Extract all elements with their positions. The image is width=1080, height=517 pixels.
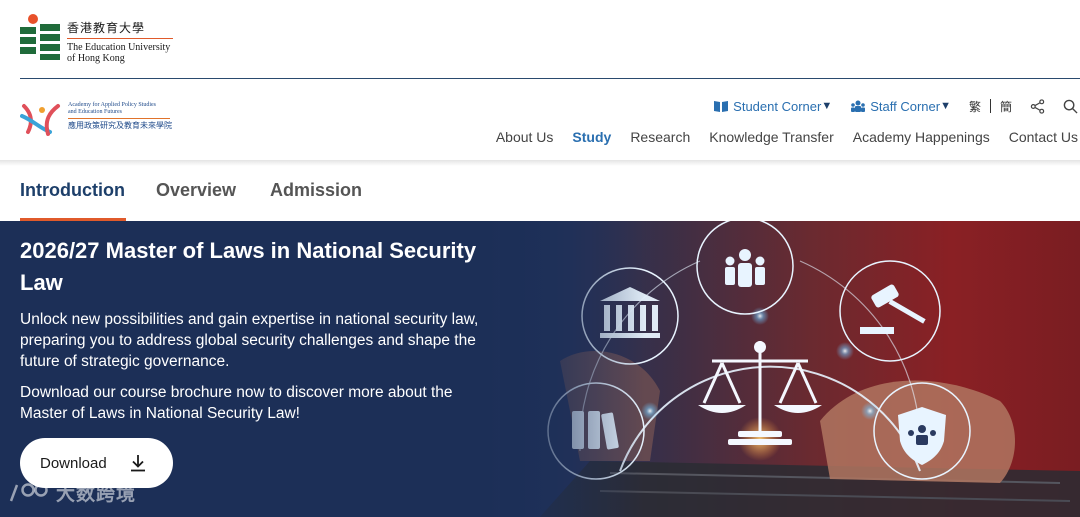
watermark-logo-icon (9, 482, 48, 501)
academy-name-en-1: Academy for Applied Policy Studies (68, 102, 156, 108)
justice-illustration (500, 221, 1080, 517)
university-bar: 香港教育大學 The Education University of Hong … (0, 0, 1080, 80)
nav-knowledge-transfer[interactable]: Knowledge Transfer (709, 129, 834, 145)
chevron-down-icon: ▼ (940, 100, 951, 112)
nav-about-us[interactable]: About Us (496, 129, 554, 145)
hero-description: Unlock new possibilities and gain expert… (20, 311, 479, 370)
university-name-cn: 香港教育大學 (67, 21, 146, 35)
nav-research[interactable]: Research (630, 129, 690, 145)
eduhk-logo-icon[interactable] (20, 14, 61, 60)
nav-academy-happenings[interactable]: Academy Happenings (853, 129, 990, 145)
people-icon (851, 100, 866, 112)
academy-name-en-2: and Education Futures (68, 109, 122, 115)
hero-cta-text: Download our course brochure now to disc… (20, 384, 453, 422)
nav-study[interactable]: Study (572, 129, 611, 145)
book-icon (714, 101, 729, 112)
share-icon[interactable] (1030, 98, 1045, 114)
nav-contact-us[interactable]: Contact Us (1009, 129, 1078, 145)
lang-simplified-button[interactable]: 簡 (1000, 98, 1012, 115)
university-name[interactable]: 香港教育大學 The Education University of Hong … (67, 20, 177, 64)
watermark-text: 大数跨境 (56, 483, 137, 505)
staff-corner-label: Staff Corner (870, 98, 941, 114)
logo-rule (67, 38, 173, 39)
university-name-en-2: of Hong Kong (67, 53, 125, 64)
academy-rule (68, 118, 170, 119)
lang-traditional-button[interactable]: 繁 (969, 98, 981, 115)
tab-admission[interactable]: Admission (270, 180, 362, 201)
academy-logo-icon[interactable] (20, 102, 62, 138)
chevron-down-icon: ▼ (821, 100, 833, 112)
student-corner-label: Student Corner (733, 98, 822, 114)
page-title: 2026/27 Master of Laws in National Secur… (20, 238, 477, 295)
hero-content: 2026/27 Master of Laws in National Secur… (20, 235, 490, 424)
university-name-en-1: The Education University (67, 42, 171, 53)
academy-name[interactable]: Academy for Applied Policy Studies and E… (68, 102, 178, 131)
academy-name-cn: 應用政策研究及教育未來學院 (68, 121, 172, 130)
download-label: Download (40, 454, 107, 472)
search-icon[interactable] (1063, 99, 1078, 114)
student-corner-link[interactable]: Student Corner ▼ (713, 99, 832, 114)
lang-separator (989, 99, 991, 113)
utility-bar: Student Corner ▼ Staff Corner ▼ 繁 簡 (713, 96, 1080, 116)
hero-banner: 2026/27 Master of Laws in National Secur… (0, 221, 1080, 517)
header-divider (20, 78, 1080, 79)
tab-overview[interactable]: Overview (156, 180, 236, 201)
download-icon (130, 455, 145, 472)
staff-corner-link[interactable]: Staff Corner ▼ (850, 99, 951, 114)
page-tabs: Introduction Overview Admission (0, 166, 1080, 221)
main-nav: About Us Study Research Knowledge Transf… (477, 129, 1078, 145)
academy-header: Academy for Applied Policy Studies and E… (0, 80, 1080, 160)
tab-introduction[interactable]: Introduction (20, 180, 125, 201)
watermark: 大数跨境 (8, 479, 136, 506)
